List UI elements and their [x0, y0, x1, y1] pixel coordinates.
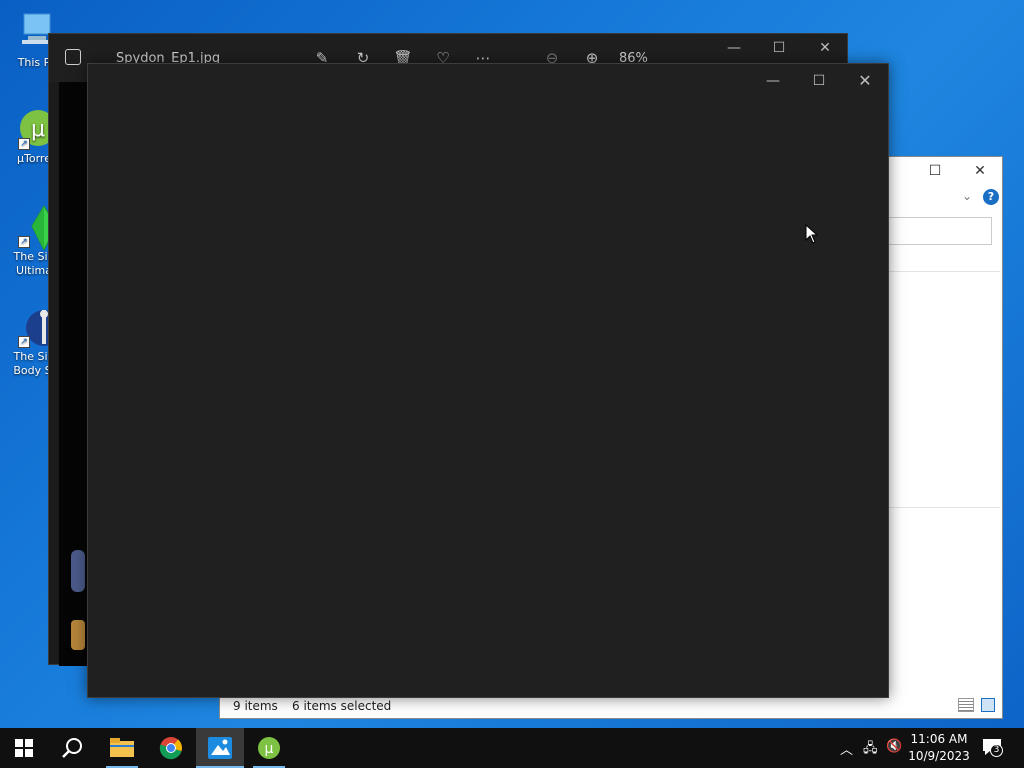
- photos-app-icon: [65, 49, 81, 65]
- photos-icon: [208, 737, 232, 759]
- taskbar: μ ︿ 🖧 🔇 11:06 AM 10/9/2023 3: [0, 728, 1024, 768]
- clock[interactable]: 11:06 AM 10/9/2023: [908, 731, 970, 765]
- close-button[interactable]: ✕: [966, 161, 994, 181]
- start-button[interactable]: [0, 728, 48, 768]
- photo-fragment: [71, 620, 85, 650]
- svg-text:μ: μ: [265, 741, 274, 757]
- chevron-up-icon[interactable]: ︿: [840, 739, 853, 758]
- items-count: 9 items: [233, 699, 278, 713]
- clock-time: 11:06 AM: [910, 732, 968, 746]
- photo-fragment: [71, 550, 85, 592]
- large-icons-view-icon[interactable]: [981, 698, 995, 712]
- shortcut-arrow-icon: ↗: [18, 138, 30, 150]
- shortcut-arrow-icon: ↗: [18, 336, 30, 348]
- taskbar-chrome[interactable]: [147, 728, 195, 768]
- help-icon[interactable]: ?: [983, 189, 999, 205]
- notification-count-badge: 3: [990, 744, 1003, 757]
- details-view-icon[interactable]: [958, 698, 974, 712]
- volume-muted-icon[interactable]: 🔇: [886, 739, 902, 754]
- chevron-down-icon[interactable]: ⌄: [962, 189, 972, 203]
- divider: [880, 271, 1000, 272]
- search-box[interactable]: [880, 217, 992, 245]
- desktop-icon-label: This P: [17, 56, 51, 69]
- close-button[interactable]: ✕: [851, 71, 879, 91]
- taskbar-photos[interactable]: [196, 728, 244, 768]
- close-button[interactable]: ✕: [811, 38, 839, 58]
- taskbar-file-explorer[interactable]: [98, 728, 146, 768]
- maximize-button[interactable]: ☐: [921, 161, 949, 181]
- utorrent-icon: μ: [258, 737, 280, 759]
- divider: [880, 507, 1000, 508]
- notifications-button[interactable]: 3: [980, 738, 1004, 758]
- taskbar-utorrent[interactable]: μ: [245, 728, 293, 768]
- minimize-button[interactable]: —: [759, 71, 787, 91]
- selected-count: 6 items selected: [292, 699, 392, 713]
- search-icon: [62, 738, 82, 758]
- shortcut-arrow-icon: ↗: [18, 236, 30, 248]
- blank-app-window[interactable]: — ☐ ✕: [87, 63, 889, 698]
- network-icon[interactable]: 🖧: [863, 739, 878, 761]
- clock-date: 10/9/2023: [908, 749, 970, 763]
- windows-logo-icon: [15, 739, 33, 757]
- desktop-icon-label: μTorre: [17, 152, 51, 165]
- svg-text:μ: μ: [31, 117, 45, 142]
- maximize-button[interactable]: ☐: [805, 71, 833, 91]
- folder-icon: [110, 738, 134, 757]
- mouse-cursor-icon: [805, 224, 819, 244]
- search-button[interactable]: [48, 728, 96, 768]
- minimize-button[interactable]: —: [720, 38, 748, 58]
- chrome-icon: [159, 737, 182, 760]
- maximize-button[interactable]: ☐: [765, 38, 793, 58]
